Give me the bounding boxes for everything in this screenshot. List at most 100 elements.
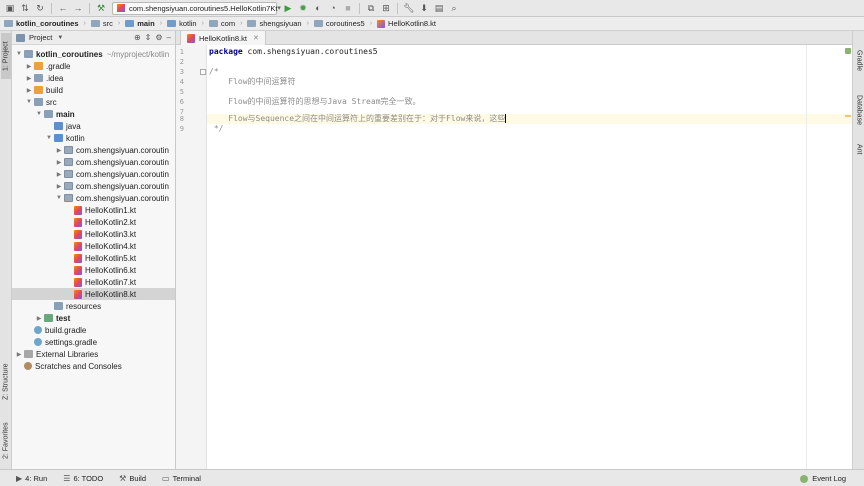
chevron-down-icon[interactable]: ▼ [57,35,63,41]
breadcrumb-item[interactable]: HelloKotlin8.kt [377,19,436,28]
code-editor[interactable]: 1 2 3 4 5 6 7 8 9 package com.shengsiyua… [176,45,852,469]
tree-item-package[interactable]: ▶ com.shengsiyuan.coroutin [12,156,175,168]
tree-item-main[interactable]: ▼ main [12,108,175,120]
tree-item-file[interactable]: HelloKotlin1.kt [12,204,175,216]
fold-icon[interactable] [200,69,206,75]
tree-item-file[interactable]: HelloKotlin5.kt [12,252,175,264]
inspection-ok-icon[interactable] [845,48,851,54]
sync-icon[interactable]: ⇅ [18,1,32,15]
build-icon[interactable]: ⚒ [94,1,108,15]
tree-item-file[interactable]: HelloKotlin3.kt [12,228,175,240]
tree-item-test[interactable]: ▶ test [12,312,175,324]
tree-item-src[interactable]: ▼ src [12,96,175,108]
kotlin-file-icon [377,19,386,28]
coverage-icon[interactable]: ◐ [311,1,325,15]
profile-icon[interactable]: ◔ [326,1,340,15]
chevron-down-icon[interactable]: ▼ [34,111,44,117]
chevron-down-icon[interactable]: ▼ [24,99,34,105]
tree-item-external-libraries[interactable]: ▶ External Libraries [12,348,175,360]
run-configuration-select[interactable]: com.shengsiyuan.coroutines5.HelloKotlin7… [112,1,281,15]
run-icon[interactable]: ▶ [281,1,295,15]
tool-tab-run[interactable]: ▶ 4: Run [16,474,47,483]
chevron-right-icon[interactable]: ▶ [54,183,64,190]
forward-icon[interactable]: → [71,1,85,15]
chevron-down-icon[interactable]: ▼ [54,195,64,201]
tree-item-package[interactable]: ▶ com.shengsiyuan.coroutin [12,144,175,156]
wrench-icon[interactable]: 🔧︎ [402,1,416,15]
tree-item-settings-gradle[interactable]: settings.gradle [12,336,175,348]
tree-item-file[interactable]: HelloKotlin4.kt [12,240,175,252]
sdk-manager-icon[interactable]: ⬇ [417,1,431,15]
tree-item-build-gradle[interactable]: build.gradle [12,324,175,336]
search-icon[interactable]: ⌕ [447,1,461,15]
tree-item-dot-idea[interactable]: ▶ .idea [12,72,175,84]
tree-item-build[interactable]: ▶ build [12,84,175,96]
breadcrumb-item[interactable]: shengsiyuan [247,19,302,28]
tree-item-label: com.shengsiyuan.coroutin [76,157,169,167]
tool-tab-terminal[interactable]: ▭ Terminal [162,474,201,483]
tool-tab-ant[interactable]: Ant [854,139,864,159]
toolbar-divider [359,2,360,14]
close-icon[interactable]: ✕ [253,34,259,42]
tree-item-root[interactable]: ▼ kotlin_coroutines ~/myproject/kotlin [12,48,175,60]
tool-tab-build[interactable]: ⚒ Build [119,474,146,483]
attach-icon[interactable]: ⧉ [364,1,378,15]
tool-tab-favorites[interactable]: 2: Favorites [1,415,11,467]
kotlin-file-icon [74,277,82,287]
folder-icon [4,20,13,27]
event-log-button[interactable]: Event Log [800,474,846,483]
tool-tab-structure[interactable]: Z: Structure [1,357,11,407]
refresh-icon[interactable]: ↻ [33,1,47,15]
chevron-right-icon[interactable]: ▶ [24,87,34,94]
breadcrumb-item[interactable]: main [125,19,155,28]
tool-tab-database[interactable]: Database [854,87,864,133]
chevron-right-icon[interactable]: ▶ [24,63,34,70]
breadcrumb-item[interactable]: src [90,19,113,28]
tree-item-label: test [56,313,71,323]
run-configuration-label: com.shengsiyuan.coroutines5.HelloKotlin7… [129,3,278,13]
tool-tab-gradle[interactable]: Gradle [854,45,864,77]
breadcrumb-item[interactable]: coroutines5 [313,19,365,28]
left-tool-stripe: 1: Project Z: Structure 2: Favorites [0,31,12,469]
debug-icon[interactable]: ✹ [296,1,310,15]
tree-item-file[interactable]: HelloKotlin2.kt [12,216,175,228]
stop-icon[interactable]: ■ [341,1,355,15]
tree-item-kotlin[interactable]: ▼ kotlin [12,132,175,144]
gear-icon[interactable]: ⚙ [155,33,162,42]
warning-marker[interactable] [845,115,851,117]
tree-item-package[interactable]: ▼ com.shengsiyuan.coroutin [12,192,175,204]
save-icon[interactable]: ▣ [3,1,17,15]
back-icon[interactable]: ← [56,1,70,15]
editor-tab-label: HelloKotlin8.kt [199,33,247,43]
tool-tab-todo[interactable]: ☰ 6: TODO [63,474,103,483]
editor-tab-hellokotlin8[interactable]: HelloKotlin8.kt ✕ [180,31,266,45]
hide-icon[interactable]: – [167,33,171,42]
tree-item-file[interactable]: HelloKotlin6.kt [12,264,175,276]
tree-item-dot-gradle[interactable]: ▶ .gradle [12,60,175,72]
breadcrumb-item[interactable]: kotlin [167,19,197,28]
chevron-right-icon[interactable]: ▶ [34,315,44,322]
chevron-down-icon[interactable]: ▼ [44,135,54,141]
chevron-right-icon[interactable]: ▶ [54,159,64,166]
structure-icon[interactable]: ⊞ [379,1,393,15]
tool-tab-project[interactable]: 1: Project [1,33,11,79]
tree-item-file-selected[interactable]: HelloKotlin8.kt [12,288,175,300]
chevron-right-icon[interactable]: ▶ [14,351,24,358]
chevron-right-icon[interactable]: ▶ [54,147,64,154]
tree-item-scratches[interactable]: Scratches and Consoles [12,360,175,372]
package-icon [64,182,73,190]
tree-item-file[interactable]: HelloKotlin7.kt [12,276,175,288]
tree-item-java[interactable]: java [12,120,175,132]
project-view-select[interactable]: Project [29,33,52,42]
tree-item-resources[interactable]: resources [12,300,175,312]
breadcrumb-item[interactable]: kotlin_coroutines [4,19,79,28]
chevron-down-icon[interactable]: ▼ [14,51,24,57]
collapse-icon[interactable]: ⇕ [145,33,152,42]
breadcrumb-item[interactable]: com [208,19,235,28]
project-structure-icon[interactable]: ▤ [432,1,446,15]
chevron-right-icon[interactable]: ▶ [54,171,64,178]
tree-item-package[interactable]: ▶ com.shengsiyuan.coroutin [12,168,175,180]
chevron-right-icon[interactable]: ▶ [24,75,34,82]
tree-item-package[interactable]: ▶ com.shengsiyuan.coroutin [12,180,175,192]
locate-icon[interactable]: ⊕ [134,33,141,42]
